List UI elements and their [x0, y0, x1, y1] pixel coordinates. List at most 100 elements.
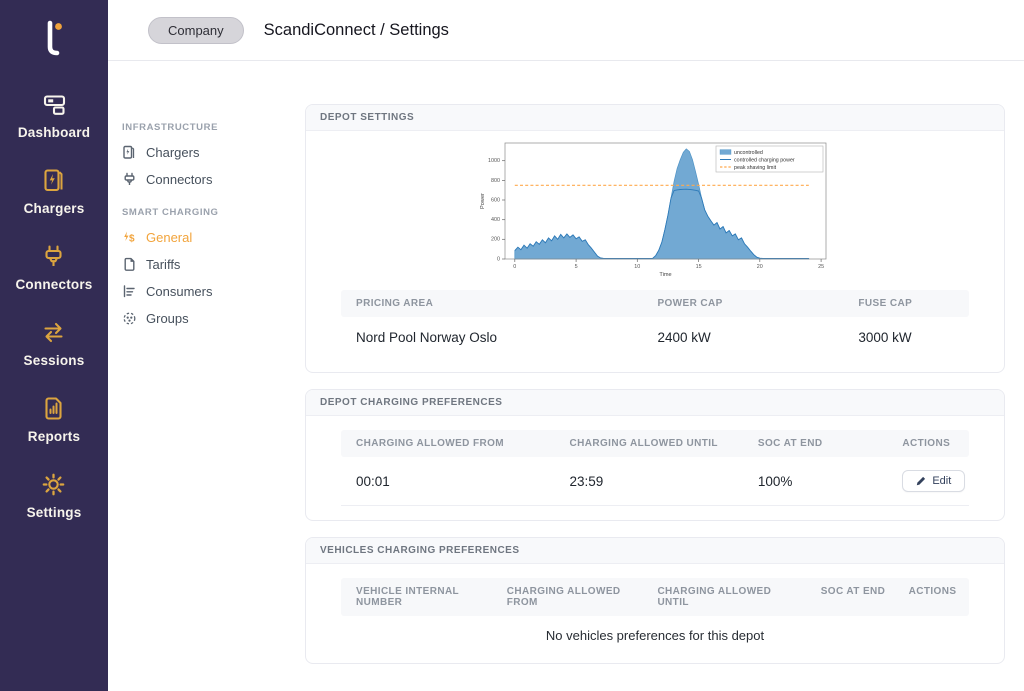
actions-cell: Edit: [887, 457, 969, 505]
table-row: Nord Pool Norway Oslo 2400 kW 3000 kW: [341, 317, 969, 358]
sidebar-item-sessions[interactable]: Sessions: [24, 319, 85, 368]
depot-preferences-table: CHARGING ALLOWED FROM CHARGING ALLOWED U…: [341, 430, 969, 506]
svg-text:600: 600: [491, 197, 500, 203]
svg-text:800: 800: [491, 178, 500, 184]
plug-icon: [40, 243, 67, 270]
card-title: VEHICLES CHARGING PREFERENCES: [306, 538, 1004, 564]
company-badge[interactable]: Company: [148, 17, 244, 44]
sidebar-item-settings[interactable]: Settings: [27, 471, 82, 520]
column-header: CHARGING ALLOWED UNTIL: [555, 430, 743, 457]
soc-at-end-value: 100%: [743, 461, 887, 502]
tariff-document-icon: [122, 257, 137, 272]
svg-text:200: 200: [491, 237, 500, 243]
subnav-item-chargers[interactable]: Chargers: [122, 139, 294, 166]
svg-text:Time: Time: [659, 272, 671, 278]
svg-text:20: 20: [757, 264, 763, 270]
table-header-row: PRICING AREA POWER CAP FUSE CAP: [341, 290, 969, 317]
subnav-item-connectors[interactable]: Connectors: [122, 166, 294, 193]
column-header: ACTIONS: [887, 430, 969, 457]
charger-small-icon: [122, 145, 137, 160]
subnav-section-title: SMART CHARGING: [122, 207, 294, 218]
column-header: CHARGING ALLOWED FROM: [492, 578, 643, 616]
table-header-row: VEHICLE INTERNAL NUMBER CHARGING ALLOWED…: [341, 578, 969, 616]
sidebar-item-connectors[interactable]: Connectors: [15, 243, 92, 292]
dashboard-icon: [41, 91, 68, 118]
subnav-item-label: Tariffs: [146, 257, 180, 272]
top-bar: Company ScandiConnect / Settings: [108, 0, 1024, 61]
svg-text:0: 0: [513, 264, 516, 270]
report-document-icon: [40, 395, 67, 422]
depot-chart: 0 200 400 600 800 1000 0 5 10 15 20 25 Time Power unco…: [475, 136, 835, 286]
pricing-area-value: Nord Pool Norway Oslo: [341, 317, 642, 358]
empty-table-message: No vehicles preferences for this depot: [341, 616, 969, 649]
subnav-item-label: Groups: [146, 311, 189, 326]
charger-icon: [41, 167, 68, 194]
svg-text:$: $: [129, 234, 135, 245]
smart-charging-icon: $: [122, 230, 137, 245]
subnav-item-label: Chargers: [146, 145, 199, 160]
column-header: ACTIONS: [894, 578, 969, 616]
card-title: DEPOT SETTINGS: [306, 105, 1004, 131]
sidebar-item-label: Connectors: [15, 277, 92, 292]
card-title: DEPOT CHARGING PREFERENCES: [306, 390, 1004, 416]
svg-text:Power: Power: [480, 193, 486, 209]
power-cap-value: 2400 kW: [642, 317, 843, 358]
depot-preferences-card: DEPOT CHARGING PREFERENCES CHARGING ALLO…: [305, 389, 1005, 521]
logo-icon: [34, 15, 74, 61]
subnav-item-general[interactable]: $ General: [122, 224, 294, 251]
transfer-arrows-icon: [40, 319, 67, 346]
svg-text:5: 5: [575, 264, 578, 270]
edit-button-label: Edit: [932, 475, 951, 487]
svg-text:controlled charging power: controlled charging power: [734, 157, 795, 163]
depot-settings-table: PRICING AREA POWER CAP FUSE CAP Nord Poo…: [341, 290, 969, 358]
column-header: POWER CAP: [642, 290, 843, 317]
subnav-item-label: Consumers: [146, 284, 212, 299]
depot-settings-card: DEPOT SETTINGS 0 200 400 600 800 1000 0 5 10 15 20…: [305, 104, 1005, 373]
table-header-row: CHARGING ALLOWED FROM CHARGING ALLOWED U…: [341, 430, 969, 457]
fuse-cap-value: 3000 kW: [843, 317, 969, 358]
subnav-item-groups[interactable]: Groups: [122, 305, 294, 332]
subnav-section-title: INFRASTRUCTURE: [122, 122, 294, 133]
sidebar-item-reports[interactable]: Reports: [28, 395, 80, 444]
column-header: CHARGING ALLOWED UNTIL: [642, 578, 805, 616]
charging-from-value: 00:01: [341, 461, 555, 502]
plug-small-icon: [122, 172, 137, 187]
app-logo[interactable]: [34, 12, 74, 64]
svg-text:peak shaving limit: peak shaving limit: [734, 165, 777, 171]
vehicle-preferences-table: VEHICLE INTERNAL NUMBER CHARGING ALLOWED…: [341, 578, 969, 649]
subnav-item-tariffs[interactable]: Tariffs: [122, 251, 294, 278]
breadcrumb: ScandiConnect / Settings: [264, 21, 449, 40]
primary-sidebar: Dashboard Chargers Connectors Sessi: [0, 0, 108, 691]
subnav-item-label: Connectors: [146, 172, 212, 187]
svg-text:uncontrolled: uncontrolled: [734, 150, 763, 156]
charging-until-value: 23:59: [555, 461, 743, 502]
settings-subnav: INFRASTRUCTURE Chargers Connectors SMART…: [122, 108, 294, 332]
vehicle-preferences-card: VEHICLES CHARGING PREFERENCES VEHICLE IN…: [305, 537, 1005, 664]
pencil-icon: [916, 476, 926, 486]
svg-text:10: 10: [634, 264, 640, 270]
column-header: FUSE CAP: [843, 290, 969, 317]
main-content: DEPOT SETTINGS 0 200 400 600 800 1000 0 5 10 15 20…: [305, 104, 1005, 680]
sidebar-item-chargers[interactable]: Chargers: [24, 167, 85, 216]
svg-text:400: 400: [491, 217, 500, 223]
column-header: PRICING AREA: [341, 290, 642, 317]
column-header: SOC AT END: [743, 430, 887, 457]
sidebar-item-label: Reports: [28, 429, 80, 444]
svg-text:25: 25: [818, 264, 824, 270]
sidebar-item-dashboard[interactable]: Dashboard: [18, 91, 90, 140]
gear-icon: [40, 471, 67, 498]
svg-text:0: 0: [497, 256, 500, 262]
sidebar-item-label: Chargers: [24, 201, 85, 216]
table-row: 00:01 23:59 100% Edit: [341, 457, 969, 506]
column-header: CHARGING ALLOWED FROM: [341, 430, 555, 457]
sidebar-item-label: Dashboard: [18, 125, 90, 140]
svg-text:1000: 1000: [488, 158, 500, 164]
app-window: Dashboard Chargers Connectors Sessi: [0, 0, 1024, 691]
consumers-list-icon: [122, 284, 137, 299]
sidebar-item-label: Sessions: [24, 353, 85, 368]
column-header: SOC AT END: [806, 578, 894, 616]
svg-text:15: 15: [696, 264, 702, 270]
sidebar-item-label: Settings: [27, 505, 82, 520]
subnav-item-consumers[interactable]: Consumers: [122, 278, 294, 305]
edit-button[interactable]: Edit: [902, 470, 965, 492]
